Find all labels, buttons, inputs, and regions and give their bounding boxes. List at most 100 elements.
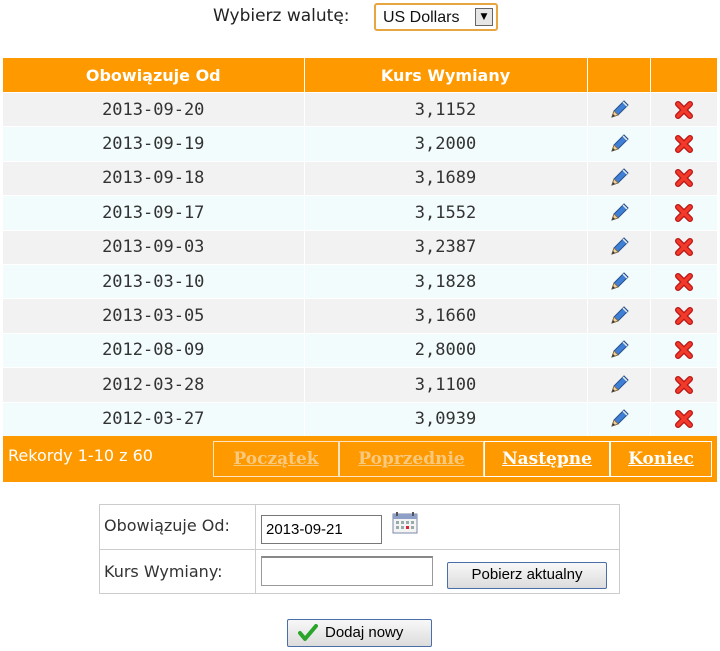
table-row: 2013-09-03 3,2387 [3, 229, 717, 265]
cell-delete [650, 263, 717, 299]
cell-delete [650, 332, 717, 368]
records-count: Rekordy 1-10 z 60 [8, 446, 153, 465]
date-input[interactable] [261, 515, 382, 544]
cell-rate: 2,8000 [304, 332, 588, 368]
red-x-icon[interactable] [674, 168, 694, 188]
rate-label: Kurs Wymiany: [104, 562, 223, 581]
cell-delete [650, 126, 717, 162]
red-x-icon[interactable] [674, 340, 694, 360]
cell-rate: 3,1689 [304, 160, 588, 196]
exchange-rates-table: Obowiązuje Od Kurs Wymiany 2013-09-20 3,1… [3, 58, 717, 436]
cell-edit [587, 298, 651, 334]
cell-edit [587, 126, 651, 162]
cell-edit [587, 195, 651, 231]
cell-date: 2013-09-17 [3, 195, 305, 231]
red-x-icon[interactable] [674, 203, 694, 223]
cell-delete [650, 229, 717, 265]
cell-edit [587, 229, 651, 265]
pencil-icon[interactable] [608, 271, 630, 292]
cell-rate: 3,1552 [304, 195, 588, 231]
table-row: 2012-08-09 2,8000 [3, 332, 717, 368]
form-row-rate: Kurs Wymiany: Pobierz aktualny [100, 550, 619, 593]
cell-rate: 3,1660 [304, 298, 588, 334]
cell-rate: 3,0939 [304, 401, 588, 436]
cell-date: 2012-03-27 [3, 401, 305, 436]
pencil-icon[interactable] [608, 168, 630, 188]
cell-date: 2013-09-03 [3, 229, 305, 265]
red-x-icon[interactable] [674, 272, 694, 292]
pencil-icon[interactable] [608, 340, 630, 360]
currency-label: Wybierz walutę: [213, 6, 350, 26]
currency-selector-row: Wybierz walutę: US Dollars ▼ [0, 0, 720, 40]
pencil-icon[interactable] [608, 409, 630, 429]
red-x-icon[interactable] [674, 100, 694, 120]
cell-date: 2013-09-19 [3, 126, 305, 162]
pager-prev-link: Poprzednie [339, 441, 484, 477]
header-exchange-rate[interactable]: Kurs Wymiany [304, 58, 588, 93]
cell-date: 2013-03-10 [3, 263, 305, 299]
add-new-button[interactable]: Dodaj nowy [287, 619, 432, 647]
pager-first-link: Początek [213, 441, 339, 477]
cell-rate: 3,2000 [304, 126, 588, 162]
table-row: 2012-03-28 3,1100 [3, 367, 717, 403]
cell-edit [587, 91, 651, 127]
cell-rate: 3,2387 [304, 229, 588, 265]
table-header-row: Obowiązuje Od Kurs Wymiany [3, 58, 717, 93]
table-row: 2013-09-18 3,1689 [3, 160, 717, 196]
table-row: 2013-03-10 3,1828 [3, 263, 717, 299]
cell-delete [650, 91, 717, 127]
pencil-icon[interactable] [608, 99, 630, 120]
date-label: Obowiązuje Od: [104, 516, 230, 535]
cell-delete [650, 367, 717, 403]
cell-edit [587, 401, 651, 436]
currency-selected-value: US Dollars [383, 9, 460, 26]
fetch-current-button[interactable]: Pobierz aktualny [447, 562, 607, 589]
cell-edit [587, 263, 651, 299]
cell-date: 2013-09-18 [3, 160, 305, 196]
red-x-icon[interactable] [674, 375, 694, 395]
cell-date: 2012-03-28 [3, 367, 305, 403]
pencil-icon[interactable] [608, 134, 630, 154]
table-row: 2013-09-17 3,1552 [3, 195, 717, 231]
pager-next-link[interactable]: Następne [484, 441, 610, 477]
table-row: 2012-03-27 3,0939 [3, 401, 717, 436]
cell-edit [587, 332, 651, 368]
add-rate-form: Obowiązuje Od: Kurs Wymiany: Pobierz akt… [99, 504, 620, 594]
add-new-label: Dodaj nowy [325, 624, 404, 641]
header-delete [650, 58, 717, 93]
pencil-icon[interactable] [608, 375, 630, 395]
cell-date: 2012-08-09 [3, 332, 305, 368]
green-check-icon [298, 624, 318, 646]
header-edit [587, 58, 651, 93]
cell-edit [587, 367, 651, 403]
cell-edit [587, 160, 651, 196]
currency-select[interactable]: US Dollars ▼ [374, 3, 498, 31]
header-valid-from[interactable]: Obowiązuje Od [3, 58, 305, 93]
cell-delete [650, 195, 717, 231]
pagination-bar: Rekordy 1-10 z 60 Początek Poprzednie Na… [3, 436, 717, 482]
red-x-icon[interactable] [674, 306, 694, 326]
cell-rate: 3,1828 [304, 263, 588, 299]
cell-date: 2013-03-05 [3, 298, 305, 334]
cell-date: 2013-09-20 [3, 91, 305, 127]
red-x-icon[interactable] [674, 237, 694, 257]
cell-rate: 3,1152 [304, 91, 588, 127]
rate-input[interactable] [261, 556, 433, 586]
pencil-icon[interactable] [608, 203, 630, 223]
cell-delete [650, 298, 717, 334]
pencil-icon[interactable] [608, 306, 630, 326]
dropdown-arrow-icon[interactable]: ▼ [475, 8, 493, 26]
pager-last-link[interactable]: Koniec [610, 441, 712, 477]
pencil-icon[interactable] [608, 237, 630, 257]
table-row: 2013-09-19 3,2000 [3, 126, 717, 162]
red-x-icon[interactable] [674, 409, 694, 429]
table-body: 2013-09-20 3,1152 2013-09-19 3,2000 2013-09-… [3, 91, 717, 436]
cell-delete [650, 160, 717, 196]
cell-rate: 3,1100 [304, 367, 588, 403]
red-x-icon[interactable] [674, 134, 694, 154]
form-row-date: Obowiązuje Od: [100, 505, 619, 550]
table-row: 2013-09-20 3,1152 [3, 91, 717, 127]
calendar-icon[interactable] [392, 512, 418, 538]
cell-delete [650, 401, 717, 436]
table-row: 2013-03-05 3,1660 [3, 298, 717, 334]
